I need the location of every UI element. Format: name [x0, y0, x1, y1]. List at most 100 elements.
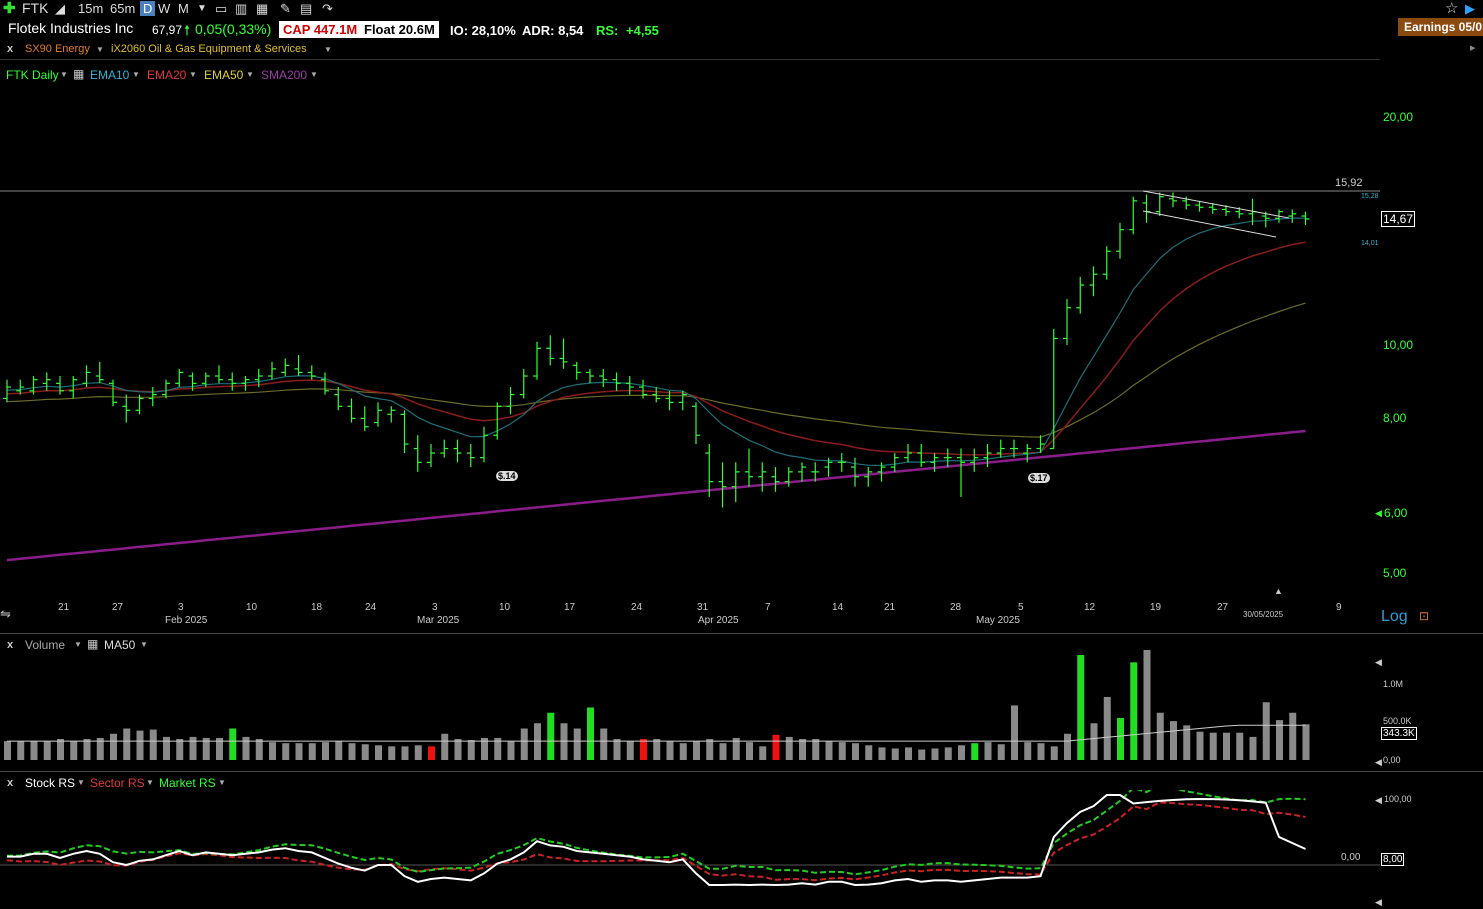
sector-rs-legend[interactable]: Sector RS	[90, 776, 145, 790]
rs-axis-label: 100,00	[1384, 794, 1412, 804]
axis-pointer-icon: ◀	[1375, 657, 1382, 667]
earnings-badge[interactable]: Earnings 05/0	[1398, 18, 1483, 36]
volume-bar	[1209, 732, 1217, 760]
market-rs-legend[interactable]: Market RS	[159, 776, 216, 790]
lock-scale-icon[interactable]: ⊡	[1419, 609, 1429, 623]
price-bar	[718, 462, 727, 508]
sector-dropdown-icon[interactable]: ▼	[96, 45, 104, 54]
industry-link[interactable]: iX2060 Oil & Gas Equipment & Services	[111, 43, 307, 55]
price-axis-label: 5,00	[1383, 566, 1407, 580]
price-bar	[1129, 196, 1138, 235]
lower-trendline	[1142, 210, 1277, 238]
date-tick-label: 24	[631, 602, 643, 613]
price-bar	[1076, 276, 1085, 314]
price-bar	[599, 368, 608, 388]
dividend-marker[interactable]: $.14	[496, 471, 518, 481]
volume-dropdown-icon[interactable]: ▼	[74, 640, 82, 649]
sector-link[interactable]: SX90 Energy	[25, 43, 90, 55]
volume-bar	[1289, 712, 1297, 760]
volume-bar	[1196, 731, 1204, 760]
timeframe-dropdown-icon[interactable]: ▼	[197, 3, 207, 14]
ema10-line	[6, 217, 1306, 467]
add-icon[interactable]: ✚	[3, 0, 16, 17]
close-sector-button[interactable]: x	[7, 43, 13, 55]
dividend-marker[interactable]: $.17	[1028, 473, 1050, 483]
share-arrow-icon[interactable]: ↷	[322, 1, 333, 17]
favorite-star-icon[interactable]: ☆	[1445, 0, 1458, 17]
layout-icon[interactable]: ▦	[256, 1, 268, 17]
volume-bar	[282, 743, 290, 760]
tf-weekly[interactable]: W	[158, 1, 170, 16]
tf-65m[interactable]: 65m	[110, 1, 135, 16]
volume-bar	[1302, 724, 1310, 760]
date-tick-label: 24	[365, 602, 377, 613]
volume-bar	[878, 747, 886, 760]
scroll-arrows-icon[interactable]: ⇋	[0, 606, 11, 622]
price-bar	[360, 406, 369, 431]
month-label: Feb 2025	[165, 615, 208, 626]
tf-monthly[interactable]: M	[178, 1, 189, 16]
volume-bar	[799, 739, 806, 760]
volume-bar	[931, 748, 939, 760]
date-tick-label: 18	[311, 602, 323, 613]
log-scale-toggle[interactable]: Log	[1381, 608, 1408, 626]
price-bar	[957, 448, 965, 497]
price-bar	[798, 462, 806, 482]
price-bar	[427, 444, 435, 468]
volume-bar	[269, 742, 276, 760]
date-tick-label: 7	[765, 602, 771, 613]
industry-dropdown-icon[interactable]: ▼	[324, 45, 332, 54]
volume-bar	[666, 741, 674, 760]
notes-icon[interactable]: ▤	[300, 1, 312, 17]
flag-icon[interactable]: ▶	[1465, 1, 1475, 17]
price-bar	[307, 365, 316, 380]
volume-bar	[573, 728, 581, 760]
volume-bar	[30, 741, 38, 760]
volume-bar	[242, 736, 250, 760]
price-bar	[1288, 209, 1297, 223]
volume-bar	[613, 739, 621, 760]
table-icon[interactable]: ▦	[87, 637, 98, 651]
tf-daily[interactable]: D	[140, 1, 156, 16]
close-rs-button[interactable]: x	[7, 777, 13, 789]
tf-15m[interactable]: 15m	[78, 1, 103, 16]
volume-axis-label: 0,00	[1383, 755, 1401, 765]
sector-rs-dropdown-icon[interactable]: ▼	[146, 778, 154, 787]
price-bar	[904, 444, 912, 463]
ticker-symbol[interactable]: FTK	[22, 0, 48, 16]
price-bar	[533, 341, 541, 380]
chart-style-icon[interactable]: ▭	[215, 1, 227, 17]
price-bar	[1063, 299, 1071, 345]
rs-last-tag: 8,00	[1381, 853, 1405, 866]
volume-axis-label: 500.0K	[1383, 716, 1412, 726]
cursor-triangle-icon: ▲	[1274, 586, 1283, 596]
price-bar	[466, 444, 475, 468]
volume-bar	[229, 728, 237, 760]
market-rs-dropdown-icon[interactable]: ▼	[218, 778, 226, 787]
chart-tool-icon[interactable]: ◢	[55, 1, 65, 17]
volume-bar	[825, 741, 833, 760]
price-bar	[1049, 328, 1058, 450]
company-name: Flotek Industries Inc	[8, 20, 134, 36]
volume-bar	[759, 746, 767, 760]
bar-chart-icon[interactable]: ▥	[235, 1, 247, 17]
volume-bar	[693, 741, 700, 760]
institutional-ownership: IO: 28,10%	[450, 23, 516, 38]
sma200-line	[6, 429, 1306, 562]
price-bar	[1169, 192, 1177, 208]
volume-bar	[984, 742, 992, 760]
collapse-panel-icon[interactable]: ▸	[1470, 41, 1476, 54]
stock-rs-dropdown-icon[interactable]: ▼	[77, 778, 85, 787]
ma50-dropdown-icon[interactable]: ▼	[140, 640, 148, 649]
volume-chart[interactable]	[0, 650, 1380, 765]
draw-pencil-icon[interactable]: ✎	[280, 1, 291, 17]
axis-pointer-icon: ◀	[1375, 795, 1382, 805]
price-chart[interactable]	[0, 60, 1483, 634]
date-tick-label: 10	[499, 602, 511, 613]
volume-bar	[918, 749, 926, 760]
stock-rs-legend[interactable]: Stock RS	[25, 776, 75, 790]
price-bar	[1155, 192, 1164, 217]
volume-bar	[560, 723, 568, 760]
rs-chart[interactable]	[0, 790, 1380, 909]
volume-bar	[136, 730, 144, 760]
